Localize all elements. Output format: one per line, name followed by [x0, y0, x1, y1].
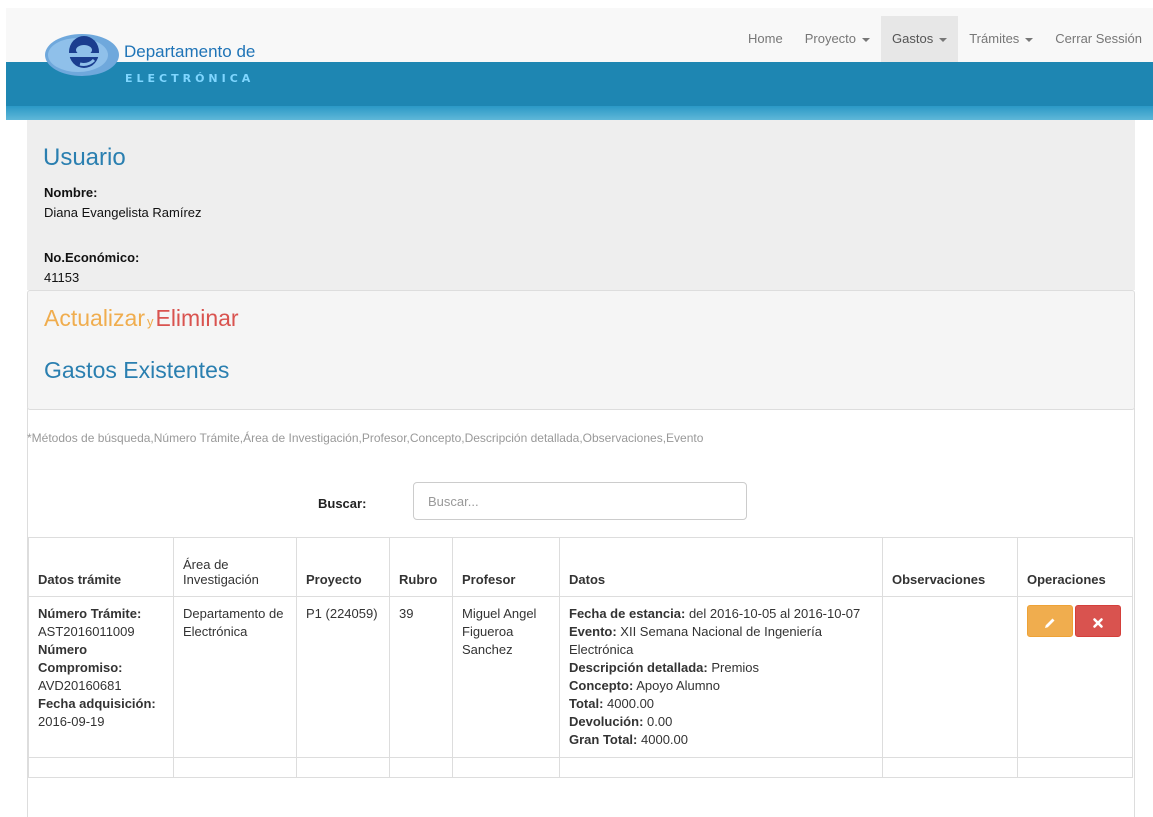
- logo-e-icon: [45, 34, 119, 76]
- fecha-adquisicion-label: Fecha adquisición:: [38, 696, 156, 711]
- cell-datos: Fecha de estancia: del 2016-10-05 al 201…: [559, 596, 883, 758]
- devolucion-label: Devolución:: [569, 714, 644, 729]
- cell-area: Departamento de Electrónica: [173, 596, 297, 758]
- cell-observaciones: [882, 596, 1018, 758]
- table-row: Número Trámite: AST2016011009 Número Com…: [28, 596, 1133, 758]
- evento-label: Evento:: [569, 624, 617, 639]
- devolucion-value: 0.00: [647, 714, 673, 729]
- col-profesor[interactable]: Profesor: [452, 537, 560, 597]
- col-datos-tramite[interactable]: Datos trámite: [28, 537, 174, 597]
- economico-label: No.Económico:: [44, 250, 140, 265]
- estancia-label: Fecha de estancia:: [569, 606, 686, 621]
- cell-operaciones: [1017, 596, 1133, 758]
- nav-cerrar-sesion[interactable]: Cerrar Sessión: [1044, 16, 1153, 62]
- gastos-table: Datos trámite Área de Investigación Proy…: [28, 537, 1133, 778]
- area-value: Departamento de Electrónica: [183, 606, 284, 639]
- descripcion-label: Descripción detallada:: [569, 660, 708, 675]
- nav-gastos-label: Gastos: [892, 31, 934, 46]
- gran-total-label: Gran Total:: [569, 732, 638, 747]
- cell-datos-tramite: Número Trámite: AST2016011009 Número Com…: [28, 596, 174, 758]
- nav-proyecto-label: Proyecto: [804, 31, 857, 46]
- cell-proyecto: P1 (224059): [296, 596, 390, 758]
- gastos-existentes-title: Gastos Existentes: [44, 357, 230, 383]
- total-value: 4000.00: [607, 696, 655, 711]
- pencil-icon: [1045, 618, 1055, 629]
- nav-home-label: Home: [748, 31, 783, 46]
- nombre-label: Nombre:: [44, 185, 98, 200]
- actualizar-eliminar-title: Actualizar yEliminar: [44, 305, 239, 332]
- estancia-value: del 2016-10-05 al 2016-10-07: [688, 606, 861, 621]
- nav-tramites[interactable]: Trámites: [958, 16, 1044, 62]
- proyecto-value: P1 (224059): [306, 606, 378, 621]
- nav-cerrar-sesion-label: Cerrar Sessión: [1055, 31, 1142, 46]
- col-proyecto[interactable]: Proyecto: [296, 537, 390, 597]
- edit-button[interactable]: [1027, 605, 1073, 637]
- tramite-value: AST2016011009: [38, 624, 135, 639]
- table-header-row: Datos trámite Área de Investigación Proy…: [28, 537, 1133, 597]
- logo-text-departamento: Departamento de: [124, 42, 256, 61]
- caret-down-icon: [862, 37, 871, 42]
- col-datos[interactable]: Datos: [559, 537, 883, 597]
- concepto-label: Concepto:: [569, 678, 634, 693]
- user-title: Usuario: [43, 144, 126, 171]
- fecha-adquisicion-value: 2016-09-19: [38, 714, 105, 729]
- cell-profesor: Miguel Angel Figueroa Sanchez: [452, 596, 560, 758]
- col-observaciones[interactable]: Observaciones: [882, 537, 1018, 597]
- user-panel: Usuario Nombre: Diana Evangelista Ramíre…: [27, 120, 1135, 290]
- search-input[interactable]: [413, 482, 747, 520]
- nav-gastos[interactable]: Gastos: [881, 16, 959, 62]
- concepto-value: Apoyo Alumno: [636, 678, 721, 693]
- economico-value: 41153: [44, 270, 80, 285]
- main-nav: Home Proyecto Gastos Trámites Cerrar Ses…: [721, 16, 1153, 62]
- caret-down-icon: [939, 37, 948, 42]
- compromiso-value: AVD20160681: [38, 678, 122, 693]
- buscar-label: Buscar:: [318, 496, 367, 511]
- profesor-value: Miguel Angel Figueroa Sanchez: [462, 606, 537, 657]
- gastos-panel-heading: Actualizar yEliminar Gastos Existentes: [27, 290, 1135, 410]
- tramite-label: Número Trámite:: [38, 606, 142, 621]
- col-operaciones[interactable]: Operaciones: [1017, 537, 1133, 597]
- logo-text-electronica: ELECTRÓNICA: [125, 72, 255, 85]
- actualizar-label: Actualizar: [44, 305, 145, 331]
- y-label: y: [146, 314, 154, 329]
- total-label: Total:: [569, 696, 604, 711]
- cell-rubro: 39: [389, 596, 453, 758]
- caret-down-icon: [1025, 37, 1034, 42]
- delete-button[interactable]: [1075, 605, 1121, 637]
- eliminar-label: Eliminar: [155, 305, 239, 331]
- nombre-value: Diana Evangelista Ramírez: [44, 205, 202, 220]
- remove-icon: [1093, 618, 1103, 629]
- header-banner-edge: [6, 106, 1153, 120]
- rubro-value: 39: [399, 606, 414, 621]
- col-area[interactable]: Área de Investigación: [173, 537, 297, 597]
- nav-tramites-label: Trámites: [969, 31, 1020, 46]
- descripcion-value: Premios: [711, 660, 760, 675]
- table-row: [28, 757, 1133, 778]
- gran-total-value: 4000.00: [641, 732, 688, 747]
- department-logo[interactable]: Departamento de ELECTRÓNICA: [44, 28, 294, 92]
- col-rubro[interactable]: Rubro: [389, 537, 453, 597]
- compromiso-label: Número Compromiso:: [38, 642, 123, 675]
- search-methods-hint: *Métodos de búsqueda,Número Trámite,Área…: [27, 431, 704, 445]
- nav-proyecto[interactable]: Proyecto: [794, 16, 881, 62]
- nav-home[interactable]: Home: [721, 16, 794, 62]
